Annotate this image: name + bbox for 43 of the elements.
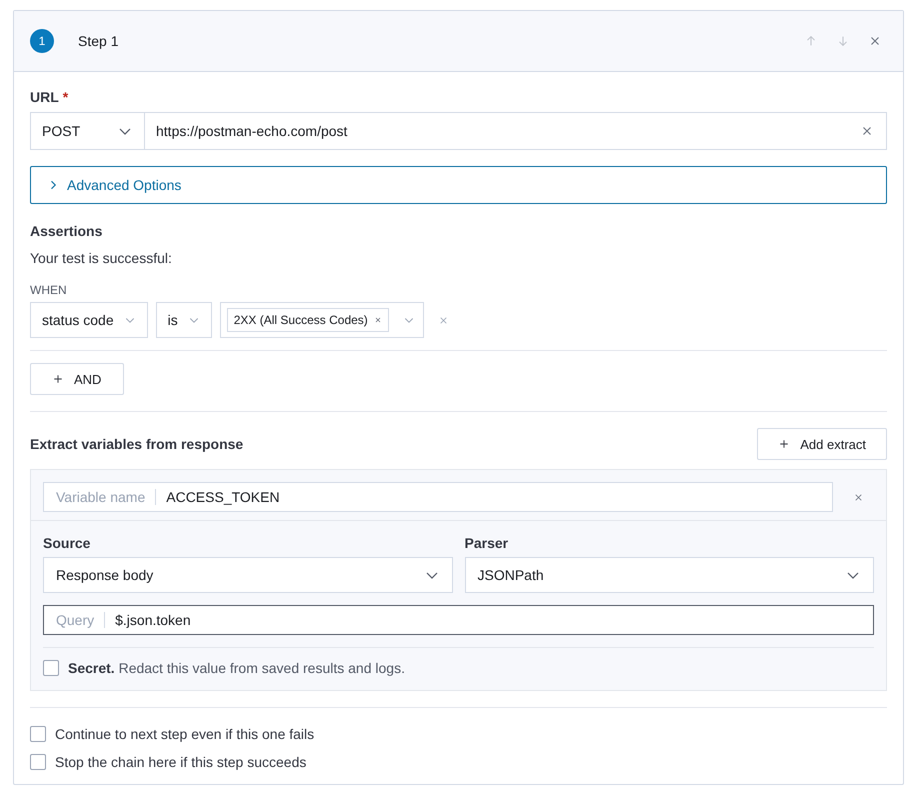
url-label: URL <box>30 89 59 105</box>
option-checkbox[interactable] <box>30 754 46 770</box>
query-placeholder: Query <box>56 612 106 628</box>
variable-name-field[interactable]: Variable name ACCESS_TOKEN <box>43 482 833 512</box>
remove-tag-icon <box>374 316 382 324</box>
operator-select[interactable]: is <box>156 302 212 338</box>
and-button[interactable]: AND <box>30 363 124 395</box>
option-checkbox[interactable] <box>30 726 46 742</box>
value-select[interactable]: 2XX (All Success Codes) <box>220 302 424 338</box>
parser-select[interactable]: JSONPath <box>464 557 874 593</box>
operator-value: is <box>168 312 178 328</box>
when-label: WHEN <box>30 283 68 297</box>
assertions-description: Your test is successful: <box>30 250 173 266</box>
required-marker: * <box>62 89 68 105</box>
query-value: $.json.token <box>115 612 191 628</box>
advanced-options-label: Advanced Options <box>67 177 182 193</box>
parser-value: JSONPath <box>478 567 544 583</box>
remove-condition-icon <box>438 314 449 326</box>
add-extract-button[interactable]: Add extract <box>757 428 887 460</box>
secret-description: Secret. Redact this value from saved results and logs. <box>68 660 405 676</box>
option-label: Continue to next step even if this one fails <box>55 726 314 742</box>
field-select[interactable]: status code <box>30 302 148 338</box>
query-field[interactable]: Query $.json.token <box>43 605 874 635</box>
tag-label: 2XX (All Success Codes) <box>234 313 368 327</box>
field-value: status code <box>42 312 114 328</box>
assertions-heading: Assertions <box>30 223 104 239</box>
parser-label: Parser <box>464 535 510 551</box>
variable-name-placeholder: Variable name <box>56 489 156 505</box>
secret-checkbox[interactable] <box>43 660 59 676</box>
up-arrow-icon <box>804 34 818 48</box>
advanced-options-toggle[interactable]: Advanced Options <box>30 166 887 204</box>
source-value: Response body <box>56 567 154 583</box>
source-label: Source <box>43 535 92 551</box>
step-number-badge: 1 <box>30 29 54 53</box>
down-arrow-icon <box>836 34 850 48</box>
source-select[interactable]: Response body <box>43 557 452 593</box>
remove-extract-icon <box>853 492 864 502</box>
option-label: Stop the chain here if this step succeeds <box>55 754 306 770</box>
extract-heading: Extract variables from response <box>30 436 244 452</box>
step-title: Step 1 <box>78 33 118 49</box>
plus-icon <box>778 438 790 450</box>
plus-icon <box>52 373 64 385</box>
variable-name-value: ACCESS_TOKEN <box>166 489 280 505</box>
